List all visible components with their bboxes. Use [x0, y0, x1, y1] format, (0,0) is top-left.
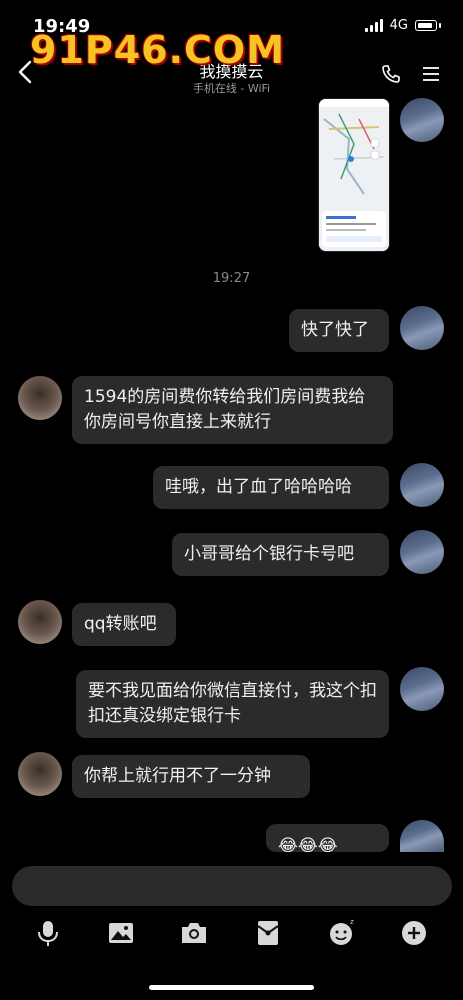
message-bubble-incoming[interactable]: 你帮上就行用不了一分钟 [72, 755, 310, 798]
my-avatar[interactable] [400, 530, 444, 574]
menu-button[interactable] [421, 64, 441, 84]
more-button[interactable] [399, 918, 429, 948]
message-text: 要不我见面给你微信直接付，我这个扣扣还真没绑定银行卡 [88, 681, 377, 726]
my-avatar[interactable] [400, 667, 444, 711]
network-type: 4G [389, 18, 408, 33]
message-bubble-outgoing[interactable]: 哇哦，出了血了哈哈哈哈 [153, 466, 389, 509]
svg-text:z: z [350, 918, 354, 926]
emoji-icon: z [330, 918, 354, 945]
message-bubble-incoming[interactable]: 1594的房间费你转给我们房间费我给你房间号你直接上来就行 [72, 376, 393, 444]
message-input[interactable] [12, 866, 452, 906]
status-time: 19:49 [33, 16, 91, 37]
chat-header: 我摸摸云 手机在线 - WiFi [0, 50, 463, 98]
map-image [319, 99, 389, 251]
contact-avatar[interactable] [18, 376, 62, 420]
my-avatar[interactable] [400, 463, 444, 507]
message-bubble-outgoing[interactable]: 快了快了 [289, 309, 389, 352]
message-text: qq转账吧 [84, 614, 157, 634]
message-text: 小哥哥给个银行卡号吧 [184, 544, 354, 564]
mic-icon [38, 921, 58, 946]
message-bubble-incoming[interactable]: qq转账吧 [72, 603, 176, 646]
map-screenshot-image[interactable] [318, 98, 390, 252]
message-bubble-outgoing[interactable]: 小哥哥给个银行卡号吧 [172, 533, 389, 576]
photo-button[interactable] [106, 918, 136, 948]
emoji-button[interactable]: z [326, 918, 356, 948]
camera-icon [182, 923, 206, 943]
camera-button[interactable] [179, 918, 209, 948]
message-text: 快了快了 [301, 320, 369, 340]
message-timestamp: 19:27 [212, 271, 251, 286]
my-avatar[interactable] [400, 306, 444, 350]
my-avatar[interactable] [400, 820, 444, 852]
contact-avatar[interactable] [18, 752, 62, 796]
message-bubble-outgoing[interactable]: 😂😂😂 [266, 824, 389, 852]
message-text: 1594的房间费你转给我们房间费我给你房间号你直接上来就行 [84, 387, 366, 432]
signal-icon [364, 19, 383, 32]
voice-button[interactable] [33, 918, 63, 948]
message-text: 😂😂😂 [278, 836, 338, 852]
input-toolbar: z [0, 918, 463, 952]
call-button[interactable] [381, 64, 401, 84]
image-icon [109, 923, 133, 943]
plus-icon [402, 921, 426, 945]
home-indicator [149, 985, 314, 990]
battery-icon [415, 20, 437, 31]
battery-cap [439, 23, 441, 28]
phone-icon [382, 65, 400, 83]
message-text: 你帮上就行用不了一分钟 [84, 766, 271, 786]
my-avatar[interactable] [400, 98, 444, 142]
status-indicators: 4G [364, 18, 441, 33]
red-packet-icon [257, 921, 279, 945]
menu-icon [423, 67, 439, 81]
message-text: 哇哦，出了血了哈哈哈哈 [165, 477, 352, 497]
contact-avatar[interactable] [18, 600, 62, 644]
message-bubble-outgoing[interactable]: 要不我见面给你微信直接付，我这个扣扣还真没绑定银行卡 [76, 670, 389, 738]
red-packet-button[interactable] [253, 918, 283, 948]
status-bar: 19:49 4G [0, 0, 463, 50]
